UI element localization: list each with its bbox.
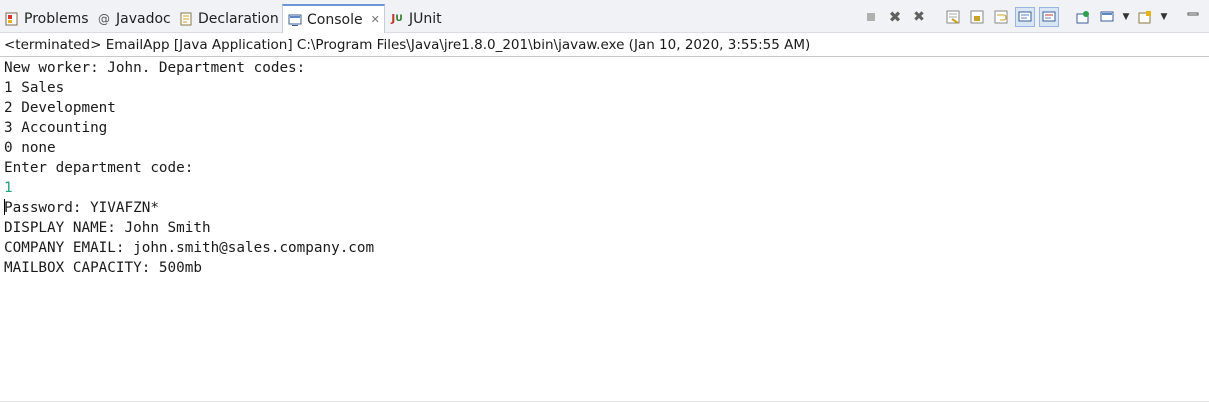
close-tab-icon[interactable]: ✕ — [371, 13, 380, 26]
console-line: 0 none — [4, 140, 56, 156]
tab-javadoc[interactable]: @ Javadoc — [96, 4, 171, 33]
divider — [0, 56, 1209, 57]
console-line-text: Password: YIVAFZN* — [4, 200, 159, 216]
console-line: COMPANY EMAIL: john.smith@sales.company.… — [4, 240, 375, 256]
console-line: New worker: John. Department codes: — [4, 60, 306, 76]
pin-console-icon[interactable] — [1073, 7, 1093, 27]
console-line: DISPLAY NAME: John Smith — [4, 220, 211, 236]
remove-all-terminated-icon[interactable]: ✖ — [909, 7, 929, 27]
divider — [0, 401, 1209, 402]
declaration-icon — [178, 11, 194, 27]
javadoc-icon: @ — [98, 11, 110, 26]
terminate-icon[interactable] — [861, 7, 881, 27]
display-console-dropdown-icon[interactable]: ▼ — [1121, 7, 1131, 27]
view-tab-bar: Problems @ Javadoc Declaration Console ✕… — [0, 0, 1209, 33]
show-on-stdout-icon[interactable] — [1015, 7, 1035, 27]
open-console-icon[interactable] — [1135, 7, 1155, 27]
console-icon — [287, 12, 303, 28]
console-line: Password: YIVAFZN* — [4, 198, 374, 218]
show-on-stderr-icon[interactable] — [1039, 7, 1059, 27]
console-line: MAILBOX CAPACITY: 500mb — [4, 260, 202, 276]
console-line: 1 Sales — [4, 80, 65, 96]
tab-label: Javadoc — [116, 10, 171, 27]
open-console-dropdown-icon[interactable]: ▼ — [1159, 7, 1169, 27]
tab-console[interactable]: Console ✕ — [282, 4, 385, 33]
console-line: 3 Accounting — [4, 120, 108, 136]
display-console-icon[interactable] — [1097, 7, 1117, 27]
remove-launch-icon[interactable]: ✖ — [885, 7, 905, 27]
tab-declaration[interactable]: Declaration — [178, 4, 279, 33]
junit-icon: JU — [391, 12, 403, 25]
console-line: Enter department code: — [4, 160, 194, 176]
tab-problems[interactable]: Problems — [4, 4, 89, 33]
console-user-input-line: 1 — [4, 180, 13, 196]
minimize-icon[interactable] — [1183, 7, 1203, 27]
launch-status-text: <terminated> EmailApp [Java Application]… — [4, 37, 811, 53]
tab-label: JUnit — [409, 10, 442, 27]
scroll-lock-icon[interactable] — [967, 7, 987, 27]
tab-label: Console — [307, 11, 363, 28]
problems-icon — [4, 11, 20, 27]
tab-junit[interactable]: JU JUnit — [389, 4, 442, 33]
clear-console-icon[interactable] — [943, 7, 963, 27]
tab-label: Problems — [24, 10, 89, 27]
word-wrap-icon[interactable] — [991, 7, 1011, 27]
console-toolbar: ✖ ✖ ▼ ▼ — [861, 7, 1203, 27]
tab-label: Declaration — [198, 10, 279, 27]
console-line: 2 Development — [4, 100, 116, 116]
console-output[interactable]: New worker: John. Department codes: 1 Sa… — [4, 58, 374, 278]
